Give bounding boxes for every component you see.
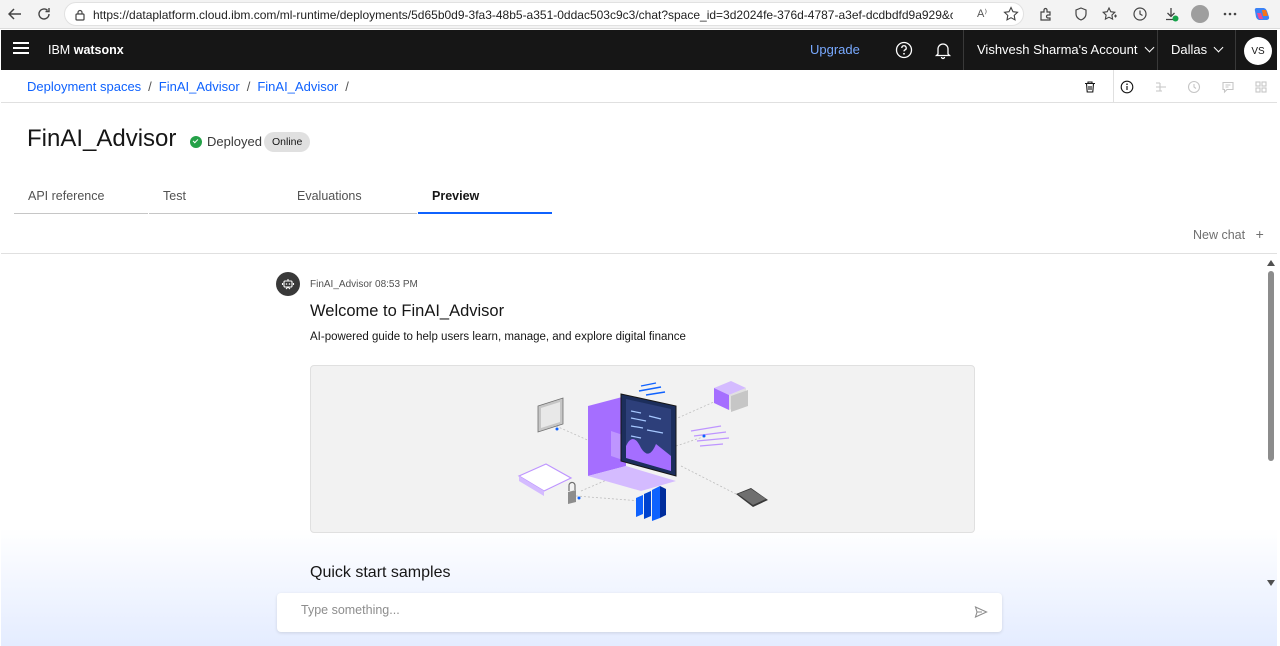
refresh-icon[interactable] [33,4,55,24]
address-bar[interactable]: https://dataplatform.cloud.ibm.com/ml-ru… [64,2,1024,26]
flow-icon [1152,78,1170,96]
hamburger-menu-icon[interactable] [13,42,29,56]
copilot-icon[interactable] [1251,4,1273,24]
bot-avatar-icon [276,272,300,296]
comment-icon [1219,78,1237,96]
page-title: FinAI_Advisor [27,125,177,152]
finance-illustration-image [517,381,768,521]
favorite-star-icon[interactable] [1003,6,1019,27]
cube-shape [714,381,748,412]
back-arrow-icon[interactable] [4,4,26,24]
region-switcher[interactable]: Dallas [1171,42,1224,57]
app: { "browser": { "url": "https://dataplatf… [0,0,1280,646]
extensions-icon[interactable] [1035,4,1057,24]
checkmark-icon [190,135,202,148]
avatar[interactable]: VS [1244,37,1272,65]
tab-test[interactable]: Test [149,182,283,214]
app-header: IBM watsonx Upgrade Vishvesh Sharma's Ac… [1,30,1277,70]
notification-bell-icon[interactable] [933,40,953,60]
chat-input-container [277,593,1002,632]
breadcrumb-separator: / [345,79,349,94]
chat-input[interactable] [301,603,941,617]
monitor-shape [588,393,677,491]
message-sender: FinAI_Advisor [310,279,373,290]
downloads-icon[interactable] [1160,4,1182,24]
browser-essentials-icon[interactable] [1070,4,1092,24]
site-info-icon[interactable] [73,8,87,27]
url-text[interactable]: https://dataplatform.cloud.ibm.com/ml-ru… [93,8,953,22]
breadcrumb-space[interactable]: FinAI_Advisor [159,79,240,94]
chart-lines-shape [690,425,730,447]
document-card-shape [537,397,564,433]
bar-chart-shape [636,486,666,521]
brand-prefix: IBM [48,43,71,57]
tab-preview[interactable]: Preview [418,182,552,214]
account-label: Vishvesh Sharma's Account [977,42,1138,57]
trash-icon[interactable] [1081,78,1099,96]
history-icon [1185,78,1203,96]
read-aloud-icon[interactable]: A⁾ [977,7,987,20]
header-divider [963,30,964,70]
status-label: Deployed [207,134,262,149]
help-icon[interactable] [894,40,914,60]
new-chat-button[interactable]: New chat + [1193,226,1264,242]
welcome-tagline: AI-powered guide to help users learn, ma… [310,331,686,343]
message-time: 08:53 PM [375,279,418,290]
chevron-down-icon [1213,42,1224,53]
tab-evaluations[interactable]: Evaluations [283,182,417,214]
header-divider [1157,30,1158,70]
status-badge: Online [264,132,311,152]
scroll-thumb[interactable] [1268,271,1274,461]
send-icon[interactable] [974,605,988,624]
open-box-shape [517,463,573,496]
region-label: Dallas [1171,42,1208,57]
deployment-status: Deployed [190,134,262,149]
breadcrumb-deployment[interactable]: FinAI_Advisor [257,79,338,94]
data-lines-shape [638,382,666,396]
profile-icon[interactable] [1189,4,1211,24]
scroll-down-arrow-icon[interactable] [1267,580,1275,586]
phone-shape [736,488,768,507]
breadcrumb-separator: / [148,79,152,94]
apps-grid-icon [1252,78,1270,96]
favorites-icon[interactable] [1099,4,1121,24]
plus-icon: + [1255,226,1264,242]
browser-toolbar: https://dataplatform.cloud.ibm.com/ml-ru… [0,0,1280,29]
upgrade-link[interactable]: Upgrade [810,42,860,57]
quick-start-heading: Quick start samples [310,564,451,581]
info-icon[interactable] [1118,78,1136,96]
breadcrumb: Deployment spaces / FinAI_Advisor / FinAI_Ad… [27,79,356,94]
more-options-icon[interactable] [1219,4,1241,24]
history-icon[interactable] [1129,4,1151,24]
brand-name: watsonx [73,43,124,57]
chat-scrollbar[interactable] [1265,258,1277,590]
breadcrumb-bar: Deployment spaces / FinAI_Advisor / FinAI_Ad… [1,70,1277,103]
message-meta: FinAI_Advisor 08:53 PM [310,279,418,290]
welcome-title: Welcome to FinAI_Advisor [310,302,505,320]
breadcrumb-separator: / [246,79,251,94]
lock-icon [568,481,576,504]
welcome-illustration [310,365,975,533]
account-switcher[interactable]: Vishvesh Sharma's Account [977,42,1154,57]
new-chat-label: New chat [1193,228,1246,242]
breadcrumb-deployment-spaces[interactable]: Deployment spaces [27,79,141,94]
scroll-up-arrow-icon[interactable] [1267,260,1275,266]
header-divider [1235,30,1236,70]
toolbar-divider [1113,70,1114,103]
brand-logo[interactable]: IBM watsonx [48,43,124,57]
tab-api-reference[interactable]: API reference [14,182,148,214]
chevron-down-icon [1144,42,1154,53]
